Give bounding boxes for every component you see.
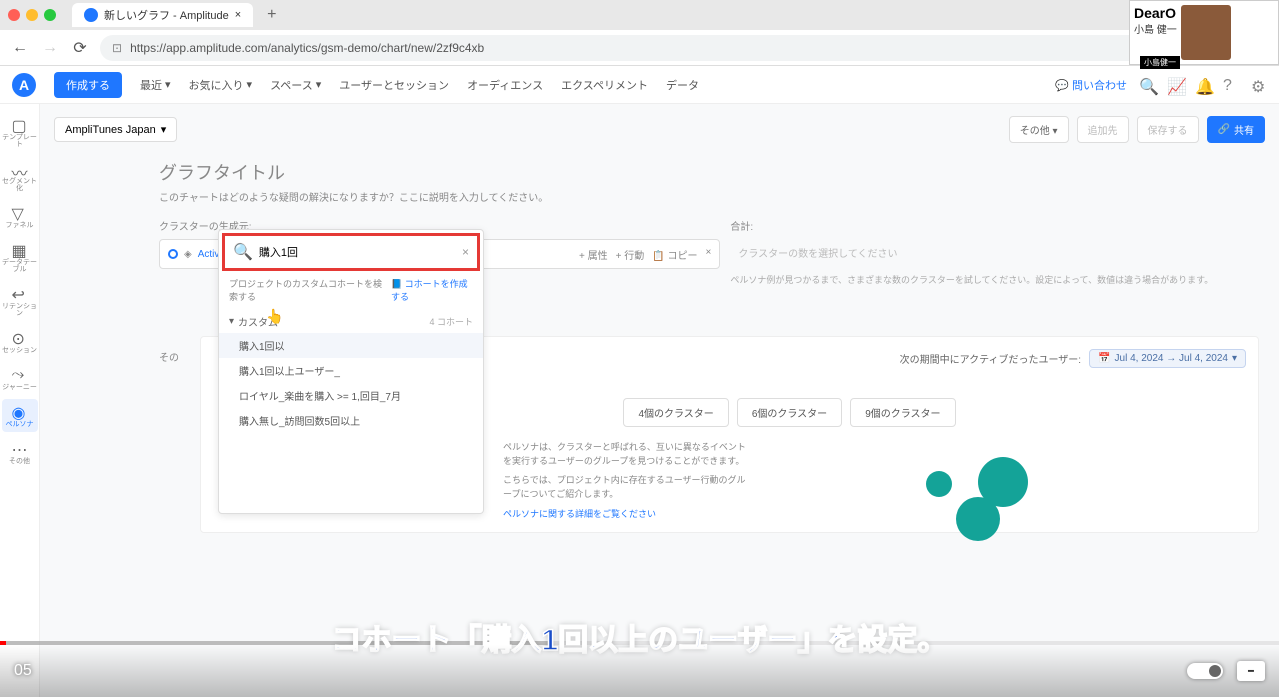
nav-space[interactable]: スペース ▾ — [270, 77, 321, 93]
cohort-count: 4 コホート — [429, 315, 473, 328]
copy-button[interactable]: 📋 コピー — [652, 247, 697, 262]
url-text: https://app.amplitude.com/analytics/gsm-… — [130, 41, 484, 55]
window-close[interactable] — [8, 9, 20, 21]
app-logo[interactable]: A — [12, 73, 36, 97]
presenter-overlay: DearO 小島 健一 小島健一 — [1129, 0, 1279, 65]
total-label: 合計: — [730, 218, 1265, 233]
search-icon: 🔍 — [233, 242, 253, 262]
bubble-3 — [956, 497, 1000, 541]
captions-button[interactable]: ━ — [1237, 661, 1265, 681]
nav-audience[interactable]: オーディエンス — [467, 77, 543, 93]
browser-tab-bar: 新しいグラフ - Amplitude × + — [0, 0, 1279, 30]
sidebar-datatable[interactable]: ▦データテーブル — [2, 237, 38, 277]
chart-description-1: ペルソナは、クラスターと呼ばれる、互いに異なるイベントを実行するユーザーのグルー… — [503, 441, 753, 468]
help-text: ペルソナ例が見つかるまで、さまざまな数のクラスターを試してください。設定によって… — [730, 274, 1265, 288]
sidebar-retention[interactable]: ↩リテンション — [2, 281, 38, 321]
sidebar-journey[interactable]: ⤳ジャーニー — [2, 362, 38, 395]
cluster-4-button[interactable]: 4個のクラスター — [623, 398, 728, 427]
dropdown-hint: プロジェクトのカスタムコホートを検索する — [229, 277, 385, 303]
notification-icon[interactable]: 🔔 — [1195, 77, 1211, 93]
cohort-item-1[interactable]: 購入1回以 — [219, 333, 483, 358]
add-attribute-button[interactable]: + 属性 — [579, 247, 608, 262]
chart-description-2: こちらでは、プロジェクト内に存在するユーザー行動のグループについてご紹介します。 — [503, 474, 753, 501]
help-icon[interactable]: ? — [1223, 77, 1239, 93]
video-controls: 05 ━ — [0, 645, 1279, 697]
cohort-item-3[interactable]: ロイヤル_楽曲を購入 >= 1,回目_7月 — [219, 383, 483, 408]
forward-button[interactable]: → — [40, 38, 60, 58]
help-link[interactable]: 💬 問い合わせ — [1055, 77, 1127, 93]
add-to-button: 追加先 — [1077, 116, 1129, 143]
activity-icon[interactable]: 📈 — [1167, 77, 1183, 93]
cluster-9-button[interactable]: 9個のクラスター — [850, 398, 955, 427]
sidebar-session[interactable]: ⊙セッション — [2, 325, 38, 358]
overlay-name-tag: 小島健一 — [1140, 56, 1180, 69]
close-segment-button[interactable]: × — [706, 247, 712, 262]
add-action-button[interactable]: + 行動 — [616, 247, 645, 262]
window-minimize[interactable] — [26, 9, 38, 21]
cohort-item-2[interactable]: 購入1回以上ユーザー_ — [219, 358, 483, 383]
chevron-down-icon[interactable]: ▾ — [229, 316, 234, 327]
settings-icon[interactable]: ⚙ — [1251, 77, 1267, 93]
persona-learn-more-link[interactable]: ペルソナに関する詳細をご覧ください — [503, 507, 1246, 520]
create-cohort-link[interactable]: 📘 コホートを作成する — [391, 277, 473, 303]
sidebar-funnel[interactable]: ▽ファネル — [2, 200, 38, 233]
tab-favicon — [84, 8, 98, 22]
other-menu-button[interactable]: その他 ▾ — [1009, 116, 1069, 143]
search-icon[interactable]: 🔍 — [1139, 77, 1155, 93]
bubble-2 — [926, 471, 952, 497]
cluster-count-placeholder[interactable]: クラスターの数を選択してください — [730, 239, 1265, 266]
reload-button[interactable]: ⟳ — [70, 38, 90, 58]
project-selector[interactable]: AmpliTunes Japan ▾ — [54, 117, 177, 142]
section-title: カスタム — [238, 314, 278, 329]
cohort-search-input[interactable] — [259, 246, 456, 258]
nav-users-sessions[interactable]: ユーザーとセッション — [339, 77, 449, 93]
page-subtitle[interactable]: このチャートはどのような疑問の解決になりますか？ここに説明を入力してください。 — [159, 189, 1265, 204]
cohort-search-box[interactable]: 🔍 × — [222, 233, 480, 271]
window-maximize[interactable] — [44, 9, 56, 21]
presenter-video — [1181, 5, 1231, 60]
sidebar-other[interactable]: ⋯その他 — [2, 436, 38, 469]
segment-bullet-icon — [168, 249, 178, 259]
nav-recent[interactable]: 最近 ▾ — [140, 77, 171, 93]
page-title[interactable]: グラフタイトル — [159, 159, 1265, 185]
overlay-name: 小島 健一 — [1134, 21, 1177, 36]
autoplay-toggle[interactable] — [1187, 663, 1223, 679]
nav-data[interactable]: データ — [666, 77, 699, 93]
browser-tab[interactable]: 新しいグラフ - Amplitude × — [72, 3, 253, 27]
date-range-picker[interactable]: 📅 Jul 4, 2024 → Jul 4, 2024 ▾ — [1089, 349, 1246, 368]
sidebar-segmentation[interactable]: 〰セグメント化 — [2, 156, 38, 196]
cluster-6-button[interactable]: 6個のクラスター — [737, 398, 842, 427]
overlay-brand: DearO — [1134, 5, 1177, 21]
tab-title: 新しいグラフ - Amplitude — [104, 7, 229, 23]
video-time: 05 — [14, 662, 32, 680]
nav-experiment[interactable]: エクスペリメント — [561, 77, 648, 93]
sidebar-persona[interactable]: ◉ペルソナ — [2, 399, 38, 432]
cohort-item-4[interactable]: 購入無し_訪問回数5回以上 — [219, 408, 483, 433]
browser-nav-bar: ← → ⟳ ⊡ https://app.amplitude.com/analyt… — [0, 30, 1279, 66]
save-button: 保存する — [1137, 116, 1199, 143]
clear-search-button[interactable]: × — [462, 245, 469, 259]
back-button[interactable]: ← — [10, 38, 30, 58]
lock-icon: ⊡ — [112, 41, 122, 55]
sidebar-template[interactable]: ▢テンプレート — [2, 112, 38, 152]
url-bar[interactable]: ⊡ https://app.amplitude.com/analytics/gs… — [100, 35, 1155, 61]
left-sidebar: ▢テンプレート 〰セグメント化 ▽ファネル ▦データテーブル ↩リテンション ⊙… — [0, 104, 40, 697]
tab-close-icon[interactable]: × — [235, 9, 241, 21]
create-button[interactable]: 作成する — [54, 72, 122, 98]
other-segments-label: その — [159, 353, 179, 364]
app-header: A 作成する 最近 ▾ お気に入り ▾ スペース ▾ ユーザーとセッション オー… — [0, 66, 1279, 104]
new-tab-button[interactable]: + — [267, 6, 276, 24]
cohort-dropdown: 🔍 × プロジェクトのカスタムコホートを検索する 📘 コホートを作成する ▾ カ… — [218, 229, 484, 514]
share-button[interactable]: 🔗 共有 — [1207, 116, 1265, 143]
date-prefix-label: 次の期間中にアクティブだったユーザー: — [900, 351, 1081, 366]
nav-favorites[interactable]: お気に入り ▾ — [189, 77, 253, 93]
